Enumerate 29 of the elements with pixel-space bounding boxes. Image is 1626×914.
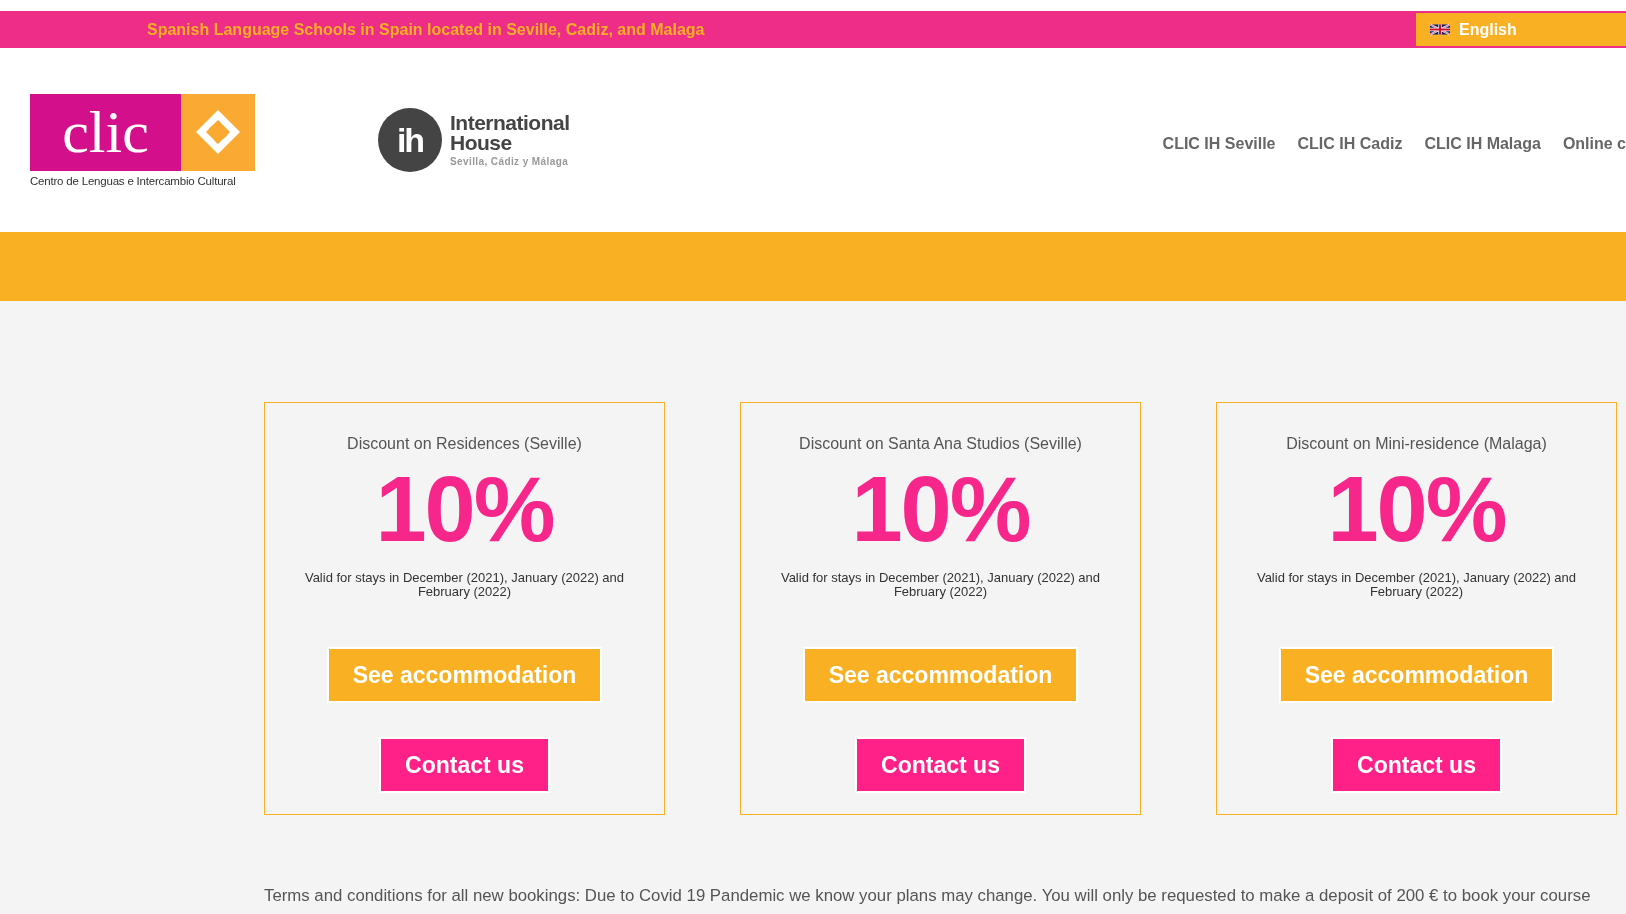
nav-link[interactable]: Online c <box>1562 135 1626 153</box>
discount-value: 10% <box>375 463 554 555</box>
see-accommodation-button[interactable]: See accommodation <box>326 647 603 703</box>
nav-link[interactable]: CLIC IH Seville <box>1162 135 1276 153</box>
contact-button[interactable]: Contact us <box>855 737 1026 793</box>
offer-title: Discount on Santa Ana Studios (Seville) <box>799 435 1082 453</box>
offer-title: Discount on Residences (Seville) <box>347 435 582 453</box>
tagline: Spanish Language Schools in Spain located in Seville, Cadiz, and Malaga <box>147 20 705 39</box>
see-accommodation-button[interactable]: See accommodation <box>802 647 1079 703</box>
see-accommodation-button[interactable]: See accommodation <box>1278 647 1555 703</box>
logo-mark: ih <box>396 120 424 160</box>
validity-text: Valid for stays in December (2021), January (2022) and February (2022) <box>779 571 1102 599</box>
contact-button[interactable]: Contact us <box>379 737 550 793</box>
terms-text: Terms and conditions for all new bookings: Due to Covid 19 Pandemic we know your plans may change. You will only be requested to make a deposit of 200 € to book your course <box>264 886 1592 906</box>
nav-link[interactable]: CLIC IH Malaga <box>1424 135 1541 153</box>
logo-text: House <box>450 133 513 153</box>
validity-text: Valid for stays in December (2021), January (2022) and February (2022) <box>303 571 626 599</box>
discount-value: 10% <box>851 463 1030 555</box>
language-switcher[interactable]: English <box>1416 13 1626 46</box>
logo-text: International <box>450 113 570 133</box>
nav-link[interactable]: CLIC IH Cadiz <box>1297 135 1403 153</box>
discount-value: 10% <box>1327 463 1506 555</box>
validity-text: Valid for stays in December (2021), January (2022) and February (2022) <box>1255 571 1578 599</box>
logo-wordmark: clic <box>62 102 149 162</box>
logo-tagline: Sevilla, Cádiz y Málaga <box>450 156 570 167</box>
logo-subtitle: Centro de Lenguas e Intercambio Cultural <box>30 174 237 187</box>
flag-icon <box>1430 23 1450 36</box>
offer-title: Discount on Mini-residence (Malaga) <box>1286 435 1547 453</box>
contact-button[interactable]: Contact us <box>1331 737 1502 793</box>
